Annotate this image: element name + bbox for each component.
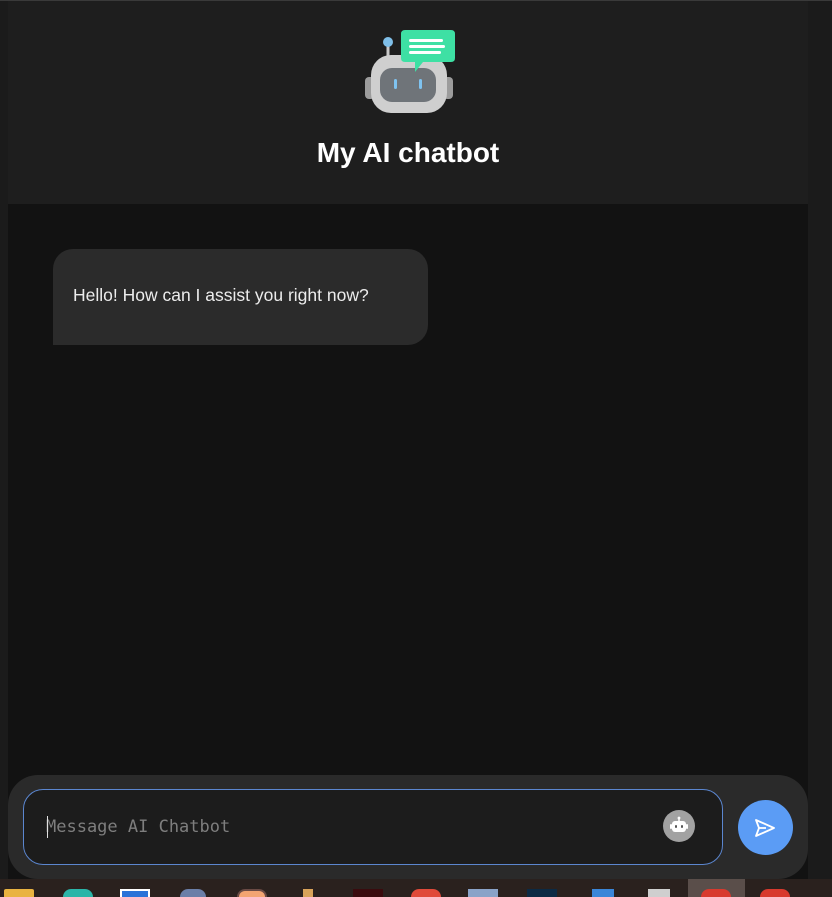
os-taskbar (0, 879, 832, 897)
app-icon[interactable] (468, 889, 498, 897)
send-icon (755, 819, 775, 837)
app-icon[interactable] (760, 889, 790, 897)
message-input[interactable] (46, 810, 646, 844)
folder-icon[interactable] (4, 889, 34, 897)
app-icon[interactable] (592, 889, 614, 897)
app-icon[interactable] (353, 889, 383, 897)
robot-icon[interactable] (663, 810, 695, 842)
chrome-icon[interactable] (63, 889, 93, 897)
people-icon[interactable] (180, 889, 206, 897)
chat-header: My AI chatbot (8, 1, 808, 204)
chatbot-app: My AI chatbot Hello! How can I assist yo… (8, 1, 808, 879)
app-icon[interactable] (527, 889, 557, 897)
app-icon[interactable] (237, 889, 267, 897)
app-icon[interactable] (648, 889, 670, 897)
page-title: My AI chatbot (316, 137, 500, 168)
app-icon[interactable] (411, 889, 441, 897)
robot-chat-icon (365, 30, 455, 113)
app-icon[interactable] (120, 889, 150, 897)
pencil-icon[interactable] (303, 889, 313, 897)
app-icon[interactable] (701, 889, 731, 897)
message-input-box[interactable] (23, 789, 723, 865)
text-caret (47, 816, 48, 838)
bot-message: Hello! How can I assist you right now? (53, 249, 428, 345)
message-composer (8, 775, 808, 879)
send-button[interactable] (738, 800, 793, 855)
